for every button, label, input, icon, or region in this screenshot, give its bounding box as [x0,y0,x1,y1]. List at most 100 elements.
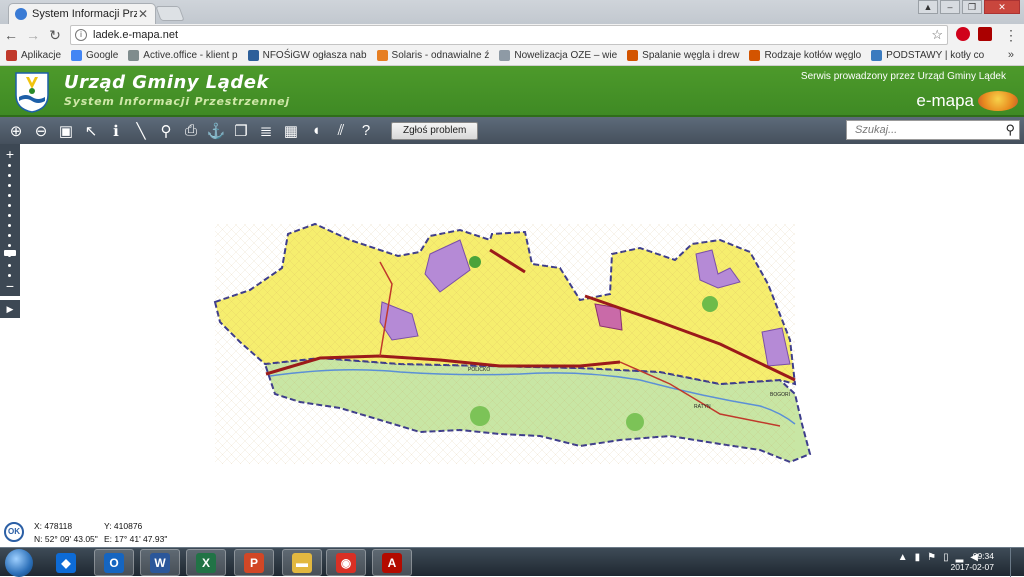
bookmark-icon [499,50,511,61]
emapa-brand[interactable]: e-mapa [916,91,974,111]
coordinates-ok-button[interactable]: OK [4,522,24,542]
zoom-slider[interactable]: + − [0,144,20,296]
bookmark-star-icon[interactable]: ☆ [931,27,943,43]
bookmark-item[interactable]: PODSTAWY | kotły co [871,50,984,61]
site-info-icon[interactable]: i [75,29,87,41]
taskbar-app-dropbox[interactable]: ◆ [46,549,86,576]
bookmark-item[interactable]: Rodzaje kotłów węglo [749,50,861,61]
taskbar-app-explorer[interactable]: ▬ [282,549,322,576]
bookmark-item[interactable]: Active.office - klient p [128,50,238,61]
taskbar-app-word[interactable]: W [140,549,180,576]
bookmark-item[interactable]: Nowelizacja OZE – wie [499,50,617,61]
zoom-slider-handle[interactable] [4,250,16,256]
forward-icon[interactable]: → [22,24,44,46]
forest-patch [626,413,644,431]
bookmark-item[interactable]: Google [71,50,118,61]
explorer-icon: ▬ [292,552,312,573]
start-button[interactable] [5,549,33,577]
back-icon[interactable]: ← [0,24,22,46]
powerpoint-icon: P [244,552,264,573]
bookmarks-overflow-icon[interactable]: » [1008,49,1014,61]
address-bar[interactable]: i ladek.e-mapa.net ☆ [70,25,948,45]
forest-patch [470,406,490,426]
bookmark-label: PODSTAWY | kotły co [886,50,985,61]
coordinates-panel: OK X: 478118 Y: 410876 N: 52° 09' 43.05"… [0,518,400,547]
word-icon: W [150,552,170,573]
search-input[interactable] [855,124,995,136]
taskbar-app-outlook[interactable]: O [94,549,134,576]
search-box: ⚲ [846,120,1020,140]
info-icon[interactable]: ℹ [104,119,128,143]
url-text[interactable]: ladek.e-mapa.net [93,29,931,41]
opera-extension-icon[interactable] [956,27,970,41]
zoning-map[interactable]: POLICKO RATYN BOGORI [20,144,1024,547]
search-icon[interactable]: ⚲ [1005,122,1015,138]
bookmark-icon [6,50,17,61]
coord-east: E: 17° 41' 47.93" [104,534,168,544]
map-canvas[interactable]: POLICKO RATYN BOGORI [20,144,1024,547]
zoom-plus-icon[interactable]: + [0,146,20,162]
bookmark-label: Active.office - klient p [143,50,238,61]
bookmark-item[interactable]: Spalanie węgla i drew [627,50,739,61]
close-tab-icon[interactable]: ✕ [137,7,149,21]
taskbar-app-acrobat[interactable]: A [372,549,412,576]
flag-icon[interactable]: ⚑ [927,552,936,563]
bookmark-icon [749,50,761,61]
network-icon[interactable]: ▮ [915,552,921,563]
report-problem-button[interactable]: Zgłoś problem [391,121,479,140]
bookmark-label: Nowelizacja OZE – wie [514,50,618,61]
window-controls: ▲ ‒ ❐ ✕ [918,0,1020,14]
outlook-icon: O [104,552,124,573]
zoom-level-track[interactable] [8,164,12,284]
forest-patch [702,296,718,312]
pin-icon[interactable]: ⚓ [204,119,228,143]
hatch-icon[interactable]: ⫽ [329,119,353,143]
forest-patch [469,256,481,268]
bookmark-item[interactable]: NFOŚiGW ogłasza nab [247,50,367,61]
browser-toolbar: ← → ↻ i ladek.e-mapa.net ☆ ⋮ [0,24,1024,46]
battery-icon[interactable]: ▯ [943,552,949,563]
taskbar-app-powerpoint[interactable]: P [234,549,274,576]
reload-icon[interactable]: ↻ [44,24,66,46]
browser-tab[interactable]: System Informacji Przestrzennej ✕ [8,3,156,24]
bookmark-icon [247,50,259,61]
coord-y: Y: 410876 [104,521,143,531]
zoom-minus-icon[interactable]: − [0,278,20,294]
bookmark-icon [71,50,83,61]
system-clock[interactable]: 09:34 2017-02-07 [951,551,994,573]
app-header: Urząd Gminy Lądek System Informacji Prze… [0,66,1024,117]
geosystem-logo [978,91,1018,111]
link-icon[interactable]: ⚲ [154,119,178,143]
tray-expand-icon[interactable]: ▲ [898,552,908,563]
acrobat-extension-icon[interactable] [978,27,992,41]
map-toolbar: ⊕⊖▣↖ℹ╲⚲⎙⚓❐≣▦◖⫽? Zgłoś problem ⚲ [0,117,1024,144]
provider-text: Serwis prowadzony przez Urząd Gminy Ląde… [800,71,1006,82]
close-window-icon[interactable]: ✕ [984,0,1020,14]
bookmark-item[interactable]: Solaris - odnawialne ź [376,50,489,61]
coord-x: X: 478118 [34,521,73,531]
bookmark-label: Spalanie węgla i drew [642,50,740,61]
browser-menu-icon[interactable]: ⋮ [1000,24,1022,46]
coord-north: N: 52° 09' 43.05" [34,534,98,544]
dropbox-icon: ◆ [56,552,76,573]
full-extent-icon[interactable]: ▣ [54,119,78,143]
layout-icon[interactable]: ▦ [279,119,303,143]
user-icon[interactable]: ▲ [918,0,938,14]
comment-icon[interactable]: ◖ [304,119,328,143]
help-icon[interactable]: ? [354,119,378,143]
taskbar-app-chrome[interactable]: ◉ [326,549,366,576]
new-tab-button[interactable] [155,6,185,21]
taskbar-app-excel[interactable]: X [186,549,226,576]
layers-icon[interactable]: ≣ [254,119,278,143]
zoom-in-icon[interactable]: ⊕ [4,119,28,143]
pointer-icon[interactable]: ↖ [79,119,103,143]
zoom-out-icon[interactable]: ⊖ [29,119,53,143]
measure-icon[interactable]: ╲ [129,119,153,143]
bookmark-item[interactable]: Aplikacje [6,50,61,61]
copy-icon[interactable]: ❐ [229,119,253,143]
print-icon[interactable]: ⎙ [179,119,203,143]
expand-panel-icon[interactable]: ▶ [0,300,20,318]
maximize-icon[interactable]: ❐ [962,0,982,14]
minimize-icon[interactable]: ‒ [940,0,960,14]
show-desktop-button[interactable] [1010,548,1024,577]
